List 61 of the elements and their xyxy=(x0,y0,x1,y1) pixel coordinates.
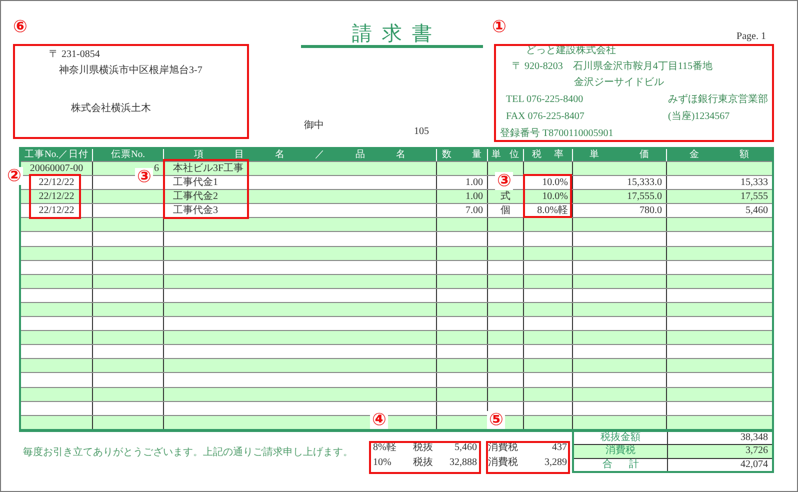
annotation-number: ③ xyxy=(495,172,514,190)
summary-value: 42,074 xyxy=(740,458,768,470)
table-cell: 1.00 xyxy=(466,191,483,202)
annotation-number: ④ xyxy=(370,411,388,429)
tax-amount: 437 xyxy=(552,440,567,455)
postal-code: 〒 231-0854 xyxy=(49,48,100,62)
table-cell: 780.0 xyxy=(640,205,662,216)
issuer-fax: FAX 076-225-8407 xyxy=(506,110,584,124)
column-header: 金 額 xyxy=(688,149,751,161)
table-cell: 17,555 xyxy=(740,191,768,202)
honorific: 御中 xyxy=(304,118,324,132)
table-cell: 5,460 xyxy=(746,205,768,216)
issuer-address: 石川県金沢市鞍月4丁目115番地 xyxy=(572,60,712,74)
summary-label: 税抜金額 xyxy=(600,432,640,443)
summary-label: 消費税 xyxy=(606,445,636,456)
bank-name: みずほ銀行東京営業部 xyxy=(668,92,768,107)
annotation-number: ① xyxy=(492,18,506,36)
table-cell: 10.0% xyxy=(542,191,568,202)
issuer-building: 金沢ジーサイドビル xyxy=(574,76,664,90)
table-cell: 22/12/22 xyxy=(38,205,74,216)
table-cell: 本社ビル3F工事 xyxy=(173,163,244,174)
bank-account: (当座)1234567 xyxy=(668,110,731,124)
closing-message: 毎度お引き立てありがとうございます。上記の通りご請求申し上げます。 xyxy=(23,446,354,459)
table-cell: 工事代金1 xyxy=(173,177,218,188)
table-cell: 7.00 xyxy=(466,205,483,216)
tax-base-amount: 5,460 xyxy=(454,440,477,455)
annotation-number: ⑥ xyxy=(13,18,28,36)
document-title: 請求書 xyxy=(351,23,442,45)
table-cell: 22/12/22 xyxy=(38,191,74,202)
summary-value: 3,726 xyxy=(746,445,768,456)
table-cell: 工事代金3 xyxy=(173,205,218,216)
customer-code: 105 xyxy=(414,126,429,137)
registration-number: 登録番号 T8700110005901 xyxy=(500,126,614,141)
annotation-number: ② xyxy=(5,167,24,185)
table-cell: 個 xyxy=(500,205,510,216)
table-cell: 22/12/22 xyxy=(38,177,74,188)
recipient-name: 株式会社横浜土木 xyxy=(71,102,151,115)
table-cell: 式 xyxy=(500,191,510,202)
annotation-number: ⑤ xyxy=(487,411,506,429)
table-cell: 17,555.0 xyxy=(627,191,662,202)
recipient-address: 神奈川県横浜市中区根岸旭台3-7 xyxy=(59,64,202,78)
table-cell: 15,333 xyxy=(740,177,768,188)
issuer-phone: TEL 076-225-8400 xyxy=(506,93,584,107)
table-cell: 10.0% xyxy=(542,177,568,188)
tax-rate-label: 10% xyxy=(373,456,392,470)
tax-base-amount: 32,888 xyxy=(450,456,477,470)
annotation-box xyxy=(523,174,572,218)
page-number: Page. 1 xyxy=(736,31,766,43)
table-cell: 15,333.0 xyxy=(627,177,662,188)
table-cell: 工事代金2 xyxy=(173,191,218,202)
table-cell: 6 xyxy=(154,163,159,174)
table-cell: 1.00 xyxy=(466,177,483,188)
summary-value: 38,348 xyxy=(740,432,768,443)
summary-label: 合 計 xyxy=(602,458,639,470)
tax-label: 消費税 xyxy=(488,456,518,470)
issuer-postal-code: 〒 920-8203 xyxy=(512,60,563,74)
table-cell: 20060007-00 xyxy=(30,163,84,174)
tax-amount: 3,289 xyxy=(544,456,567,470)
table-cell: 8.0%軽 xyxy=(537,205,568,216)
annotation-box xyxy=(29,174,81,219)
tax-base-label: 税抜 xyxy=(413,456,433,470)
